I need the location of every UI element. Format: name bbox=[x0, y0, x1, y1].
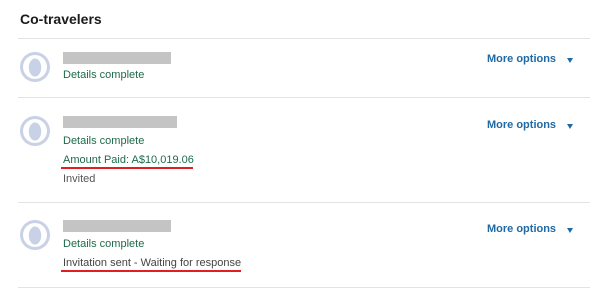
traveler-name-redacted bbox=[63, 220, 171, 232]
highlight-underline bbox=[61, 270, 241, 272]
section-title: Co-travelers bbox=[20, 11, 102, 27]
traveler-name-redacted bbox=[63, 116, 177, 128]
more-options-button[interactable]: More options bbox=[487, 53, 556, 65]
caret-down-icon[interactable] bbox=[567, 228, 573, 233]
more-options-button[interactable]: More options bbox=[487, 223, 556, 235]
row-divider bbox=[18, 97, 590, 98]
more-options-button[interactable]: More options bbox=[487, 119, 556, 131]
traveler-name-redacted bbox=[63, 52, 171, 64]
details-status: Details complete bbox=[63, 238, 145, 250]
row-divider bbox=[18, 202, 590, 203]
user-avatar-icon bbox=[20, 220, 50, 250]
user-avatar-icon bbox=[20, 52, 50, 82]
caret-down-icon[interactable] bbox=[567, 58, 573, 63]
caret-down-icon[interactable] bbox=[567, 124, 573, 129]
user-avatar-icon bbox=[20, 116, 50, 146]
row-divider bbox=[18, 287, 590, 288]
invite-status: Invited bbox=[63, 173, 96, 185]
row-divider bbox=[18, 38, 590, 39]
highlight-underline bbox=[61, 167, 193, 169]
amount-paid: Amount Paid: A$10,019.06 bbox=[63, 154, 194, 166]
details-status: Details complete bbox=[63, 69, 145, 81]
details-status: Details complete bbox=[63, 135, 145, 147]
invitation-status: Invitation sent - Waiting for response bbox=[63, 257, 242, 269]
